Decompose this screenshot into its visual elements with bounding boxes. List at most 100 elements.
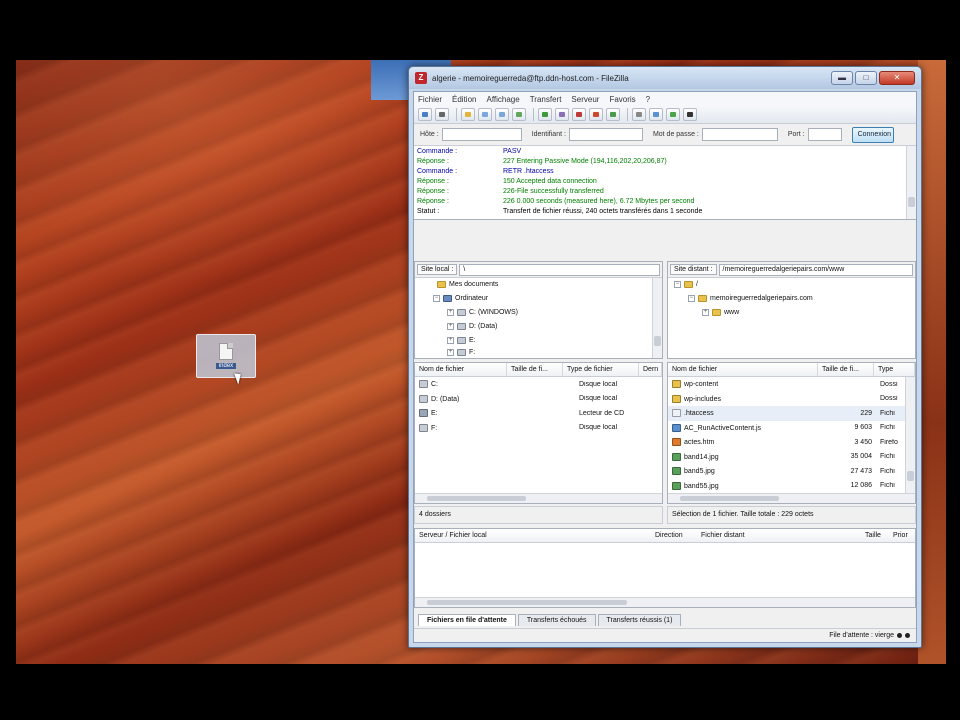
remote-site-label: Site distant : <box>670 264 717 275</box>
expand-icon[interactable]: + <box>447 337 454 344</box>
folder-icon <box>437 281 446 288</box>
local-path-input[interactable]: \ <box>459 263 660 276</box>
toggle-log-icon[interactable] <box>461 108 475 121</box>
table-row[interactable]: .htaccess 229 Fichi <box>668 406 915 421</box>
search-icon[interactable] <box>683 108 697 121</box>
menu-transfert[interactable]: Transfert <box>530 95 562 104</box>
table-row[interactable]: wp-includes Dossi <box>668 392 915 407</box>
table-row[interactable]: C: Disque local <box>415 377 662 392</box>
col-remote-type[interactable]: Type <box>874 363 915 376</box>
col-remote-size[interactable]: Taille de fi... <box>818 363 874 376</box>
toggle-queue-icon[interactable] <box>512 108 526 121</box>
menu-serveur[interactable]: Serveur <box>571 95 599 104</box>
quickconnect-button[interactable]: Connexion rapide <box>851 126 894 143</box>
file-name: band14.jpg <box>684 453 719 461</box>
file-name-cell: E: <box>415 409 567 418</box>
table-row[interactable]: AC_RunActiveContent.js 9 603 Fichi <box>668 421 915 436</box>
toggle-local-tree-icon[interactable] <box>478 108 492 121</box>
dragged-file-icon[interactable]: index <box>196 334 256 378</box>
col-remote-name[interactable]: Nom de fichier <box>668 363 818 376</box>
tab-failed-transfers[interactable]: Transferts échoués <box>517 614 596 626</box>
expand-icon[interactable]: + <box>702 309 709 316</box>
log-type: Commande : <box>417 148 458 155</box>
port-input[interactable] <box>807 128 842 141</box>
tree-www-folder[interactable]: + www <box>702 309 739 316</box>
user-input[interactable] <box>568 128 643 141</box>
file-type: Disque local <box>579 380 618 388</box>
table-row[interactable]: D: (Data) Disque local <box>415 392 662 407</box>
filter-icon[interactable] <box>632 108 646 121</box>
table-row[interactable]: band55.jpg 12 086 Fichi <box>668 479 915 494</box>
minimize-button[interactable]: ▬ <box>831 71 853 85</box>
tree-ordinateur[interactable]: − Ordinateur <box>433 295 488 302</box>
col-queue-remote[interactable]: Fichier distant <box>697 529 861 542</box>
site-manager-icon[interactable] <box>418 108 432 121</box>
menu-edition[interactable]: Édition <box>452 95 476 104</box>
local-rows: C: Disque local D: (Data) Disque local E: Lec… <box>415 377 662 435</box>
col-local-size[interactable]: Taille de fi... <box>507 363 563 376</box>
local-tree-scrollbar[interactable] <box>652 278 662 358</box>
table-row[interactable]: band5.jpg 27 473 Fichi <box>668 464 915 479</box>
disconnect-icon[interactable] <box>589 108 603 121</box>
maximize-button[interactable]: □ <box>855 71 877 85</box>
toggle-remote-tree-icon[interactable] <box>495 108 509 121</box>
drive-icon <box>419 409 428 418</box>
menu-affichage[interactable]: Affichage <box>486 95 519 104</box>
remote-path-input[interactable]: /memoireguerredalgeriepairs.com/www <box>718 263 913 276</box>
tab-queued-files[interactable]: Fichiers en file d'attente <box>418 614 516 626</box>
collapse-icon[interactable]: − <box>674 281 681 288</box>
tree-drive-f[interactable]: + F: <box>447 349 475 356</box>
remote-list-hscroll[interactable] <box>668 493 915 503</box>
tree-drive-c[interactable]: + C: (WINDOWS) <box>447 309 518 316</box>
compare-icon[interactable] <box>649 108 663 121</box>
refresh-icon[interactable] <box>538 108 552 121</box>
log-scrollbar[interactable] <box>906 146 916 219</box>
expand-icon[interactable]: + <box>447 323 454 330</box>
process-queue-icon[interactable] <box>555 108 569 121</box>
col-local-modified[interactable]: Dern <box>639 363 662 376</box>
remote-site-bar: Site distant : /memoireguerredalgeriepai… <box>668 262 915 278</box>
tree-drive-d[interactable]: + D: (Data) <box>447 323 497 330</box>
tab-successful-transfers[interactable]: Transferts réussis (1) <box>597 614 682 626</box>
local-site-bar: Site local : \ <box>415 262 662 278</box>
col-queue-size[interactable]: Taille <box>861 529 889 542</box>
password-input[interactable] <box>701 128 778 141</box>
folder-icon <box>712 309 721 316</box>
list-status-bar: 4 dossiers Sélection de 1 fichier. Taill… <box>414 506 916 524</box>
col-local-type[interactable]: Type de fichier <box>563 363 639 376</box>
host-input[interactable] <box>441 128 522 141</box>
col-local-name[interactable]: Nom de fichier <box>415 363 507 376</box>
tree-site-folder[interactable]: − memoireguerredalgeriepairs.com <box>688 295 813 302</box>
table-row[interactable]: band14.jpg 35 004 Fichi <box>668 450 915 465</box>
tree-mes-documents[interactable]: Mes documents <box>437 281 498 288</box>
col-queue-direction[interactable]: Direction <box>651 529 697 542</box>
tree-root[interactable]: − / <box>674 281 698 288</box>
col-queue-local[interactable]: Serveur / Fichier local <box>415 529 651 542</box>
tree-drive-e[interactable]: + E: <box>447 337 476 344</box>
dropdown-arrow-icon[interactable] <box>435 108 449 121</box>
collapse-icon[interactable]: − <box>433 295 440 302</box>
collapse-icon[interactable]: − <box>688 295 695 302</box>
file-name-cell: band14.jpg <box>668 452 820 461</box>
menu-help[interactable]: ? <box>646 95 650 104</box>
cancel-icon[interactable] <box>572 108 586 121</box>
remote-list-vscroll[interactable] <box>905 377 915 493</box>
sync-browse-icon[interactable] <box>666 108 680 121</box>
table-row[interactable]: E: Lecteur de CD <box>415 406 662 421</box>
close-button[interactable]: ✕ <box>879 71 915 85</box>
local-list-hscroll[interactable] <box>415 493 662 503</box>
reconnect-icon[interactable] <box>606 108 620 121</box>
expand-icon[interactable]: + <box>447 309 454 316</box>
window-client: Fichier Édition Affichage Transfert Serv… <box>413 91 917 643</box>
table-row[interactable]: wp-content Dossi <box>668 377 915 392</box>
folder-icon <box>672 394 681 403</box>
expand-icon[interactable]: + <box>447 349 454 356</box>
window-titlebar[interactable]: Z algerie - memoireguerreda@ftp.ddn-host… <box>409 67 921 89</box>
file-name-cell: band55.jpg <box>668 481 820 490</box>
menu-fichier[interactable]: Fichier <box>418 95 442 104</box>
menu-favoris[interactable]: Favoris <box>609 95 635 104</box>
col-queue-priority[interactable]: Prior <box>889 529 915 542</box>
table-row[interactable]: F: Disque local <box>415 421 662 436</box>
queue-hscroll[interactable] <box>415 597 915 607</box>
table-row[interactable]: actes.htm 3 450 Firefo <box>668 435 915 450</box>
